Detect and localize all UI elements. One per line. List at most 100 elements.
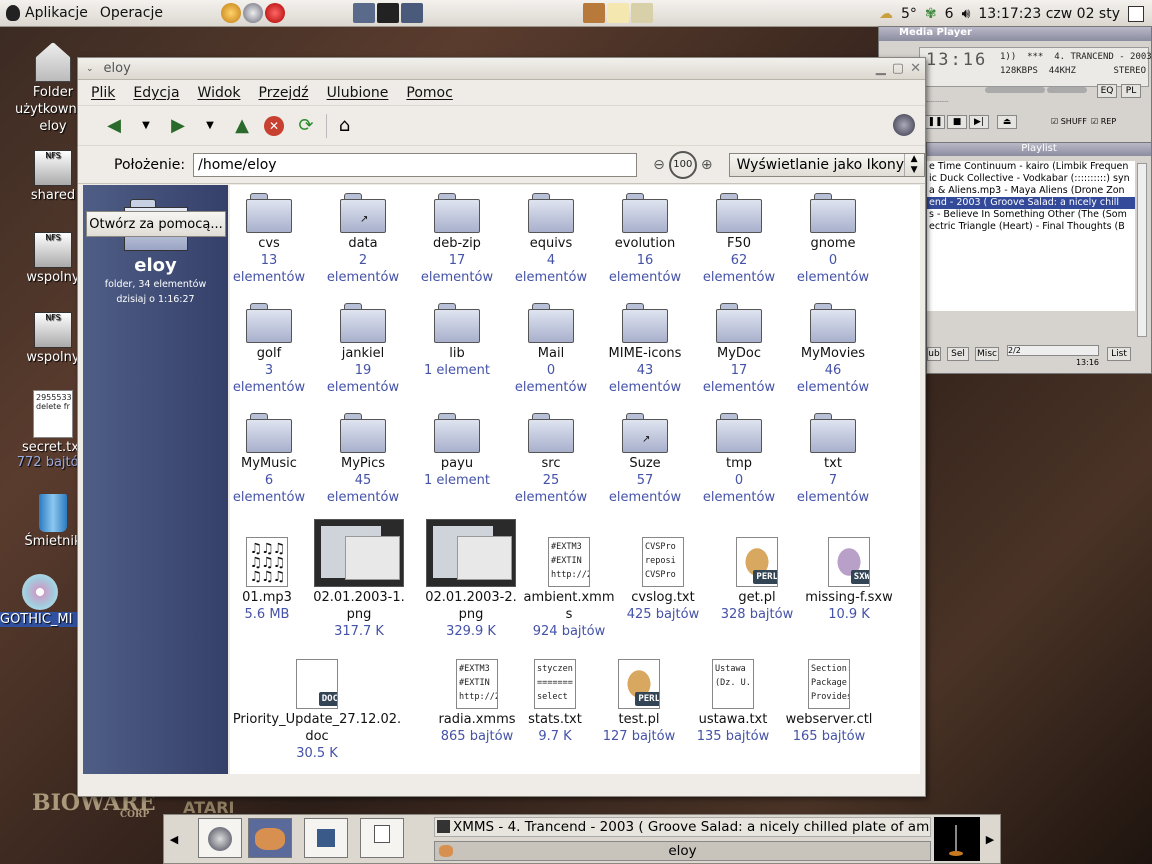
forward-icon[interactable]: ▶ bbox=[166, 114, 190, 138]
folder-item[interactable]: lib 1 element bbox=[410, 303, 504, 379]
eject-button[interactable]: ⏏ bbox=[997, 115, 1017, 129]
maximize-icon[interactable]: ▢ bbox=[892, 61, 904, 76]
notes-launcher-icon[interactable] bbox=[607, 3, 629, 23]
next-button[interactable]: ▶| bbox=[969, 115, 989, 129]
file-item[interactable]: 02.01.2003-1.png 317.7 K bbox=[312, 519, 406, 640]
gnome-launcher-icon[interactable] bbox=[243, 3, 263, 23]
file-item[interactable]: PERL test.pl 127 bajtów bbox=[592, 659, 686, 745]
playlist-window[interactable]: Playlist e Time Continuum - kairo (Limbi… bbox=[926, 142, 1152, 374]
workspace-3[interactable] bbox=[304, 818, 348, 858]
playlist-item[interactable]: e Time Continuum - kairo (Limbik Frequen bbox=[927, 161, 1135, 173]
shuffle-toggle[interactable]: ☑ SHUFF bbox=[1051, 117, 1087, 126]
location-input[interactable] bbox=[193, 152, 638, 177]
applications-menu[interactable]: Aplikacje bbox=[0, 5, 94, 21]
folder-item[interactable]: src 25 elementów bbox=[504, 413, 598, 506]
file-item[interactable]: #EXTM3 #EXTIN http://20ambient.xmms 924 b… bbox=[522, 537, 616, 640]
folder-item[interactable]: MyDoc 17 elementów bbox=[692, 303, 786, 396]
folder-item[interactable]: cvs 13 elementów bbox=[230, 193, 316, 286]
folder-item[interactable]: deb-zip 17 elementów bbox=[410, 193, 504, 286]
forward-history-chevron-icon[interactable]: ▼ bbox=[198, 114, 222, 138]
volume-slider[interactable] bbox=[985, 87, 1045, 93]
folder-item[interactable]: golf 3 elementów bbox=[230, 303, 316, 396]
file-item[interactable]: styczen ======= select c stats.txt 9.7 K bbox=[508, 659, 602, 745]
playlist-item[interactable]: s - Believe In Something Other (The (Som bbox=[927, 209, 1135, 221]
file-item[interactable]: Section: Package Provides webserver.ctl 16… bbox=[782, 659, 876, 745]
folder-item[interactable]: F50 62 elementów bbox=[692, 193, 786, 286]
folder-item[interactable]: txt 7 elementów bbox=[786, 413, 880, 506]
computer-launcher-icon[interactable] bbox=[353, 3, 375, 23]
folder-item[interactable]: Mail 0 elementów bbox=[504, 303, 598, 396]
up-icon[interactable]: ▲ bbox=[230, 114, 254, 138]
zoom-level[interactable]: 100 bbox=[668, 150, 697, 179]
workspace-4[interactable] bbox=[360, 818, 404, 858]
terminal-launcher-icon[interactable] bbox=[377, 3, 399, 23]
zoom-in-icon[interactable]: ⊕ bbox=[701, 157, 713, 173]
zoom-out-icon[interactable]: ⊖ bbox=[653, 157, 665, 173]
playlist-toggle-button[interactable]: PL bbox=[1121, 84, 1141, 98]
file-item[interactable]: CVSPro reposi CVSPro cvslog.txt 425 bajtów bbox=[616, 537, 710, 623]
folder-item[interactable]: payu 1 element bbox=[410, 413, 504, 489]
playlist-item[interactable]: ectric Triangle (Heart) - Final Thoughts… bbox=[927, 221, 1135, 233]
mozilla-launcher-icon[interactable] bbox=[221, 3, 241, 23]
panel-hide-right-icon[interactable]: ▶ bbox=[980, 815, 1000, 863]
file-item[interactable]: ♫♫♫ ♫♫♫ ♫♫♫ 01.mp3 5.6 MB bbox=[230, 537, 314, 623]
back-icon[interactable]: ◀ bbox=[102, 114, 126, 138]
minimize-icon[interactable]: ▁ bbox=[876, 61, 886, 76]
file-item[interactable]: PERL get.pl 328 bajtów bbox=[710, 537, 804, 623]
balance-slider[interactable] bbox=[1047, 87, 1087, 93]
folder-item[interactable]: MyPics 45 elementów bbox=[316, 413, 410, 506]
task-xmms[interactable]: XMMS - 4. Trancend - 2003 ( Groove Salad… bbox=[434, 817, 931, 837]
folder-item[interactable]: evolution 16 elementów bbox=[598, 193, 692, 286]
folder-item[interactable]: MyMovies 46 elementów bbox=[786, 303, 880, 396]
menu-go[interactable]: Przejdź bbox=[250, 85, 318, 101]
folder-item[interactable]: MIME-icons 43 elementów bbox=[598, 303, 692, 396]
playlist-scrollbar[interactable] bbox=[1137, 163, 1147, 337]
misc-button[interactable]: Misc bbox=[975, 347, 999, 361]
desktop-cdrom[interactable]: GOTHIC_MI bbox=[0, 574, 80, 627]
back-history-chevron-icon[interactable]: ▼ bbox=[134, 114, 158, 138]
workspace-1[interactable] bbox=[198, 818, 242, 858]
media-player-titlebar[interactable]: Media Player bbox=[879, 27, 1151, 41]
dictionary-launcher-icon[interactable] bbox=[631, 3, 653, 23]
playlist-titlebar[interactable]: Playlist bbox=[927, 143, 1151, 156]
folder-item[interactable]: gnome 0 elementów bbox=[786, 193, 880, 286]
folder-item[interactable]: MyMusic 6 elementów bbox=[230, 413, 316, 506]
tray-window-icon[interactable] bbox=[1128, 5, 1144, 22]
playlist-item[interactable]: a & Aliens.mp3 - Maya Aliens (Drone Zon bbox=[927, 185, 1135, 197]
folder-item[interactable]: ↗ data 2 elementów bbox=[316, 193, 410, 286]
eq-button[interactable]: EQ bbox=[1097, 84, 1117, 98]
view-mode-select[interactable]: Wyświetlanie jako Ikony ▲ ▼ bbox=[728, 152, 925, 177]
volume-icon[interactable]: 🔊︎ bbox=[962, 6, 971, 22]
pause-button[interactable]: ❚❚ bbox=[925, 115, 945, 129]
window-menu-icon[interactable]: ⌄ bbox=[86, 64, 94, 74]
task-eloy[interactable]: eloy bbox=[434, 841, 931, 861]
files-launcher-icon[interactable] bbox=[583, 3, 605, 23]
playlist-list[interactable]: e Time Continuum - kairo (Limbik Frequen… bbox=[927, 161, 1135, 311]
stop-button[interactable]: ■ bbox=[947, 115, 967, 129]
seek-bar[interactable]: ------------- bbox=[925, 99, 985, 109]
menu-view[interactable]: Widok bbox=[189, 85, 250, 101]
close-icon[interactable]: ✕ bbox=[910, 61, 921, 76]
playlist-item-selected[interactable]: end - 2003 ( Groove Salad: a nicely chil… bbox=[927, 197, 1135, 209]
opera-launcher-icon[interactable] bbox=[265, 3, 285, 23]
menu-bookmarks[interactable]: Ulubione bbox=[318, 85, 398, 101]
menu-help[interactable]: Pomoc bbox=[397, 85, 461, 101]
file-item[interactable]: Ustawa (Dz. U. ustawa.txt 135 bajtów bbox=[686, 659, 780, 745]
folder-item[interactable]: jankiel 19 elementów bbox=[316, 303, 410, 396]
file-item[interactable]: 02.01.2003-2.png 329.9 K bbox=[424, 519, 518, 640]
folder-item[interactable]: equivs 4 elementów bbox=[504, 193, 598, 286]
file-item[interactable]: SXW missing-f.sxw 10.9 K bbox=[802, 537, 896, 623]
menu-edit[interactable]: Edycja bbox=[124, 85, 188, 101]
stop-icon[interactable]: ✕ bbox=[262, 114, 286, 138]
reload-icon[interactable]: ⟳ bbox=[294, 114, 318, 138]
home-icon[interactable]: ⌂ bbox=[326, 113, 356, 138]
file-item[interactable]: DOC Priority_Update_27.12.02.doc 30.5 K bbox=[232, 659, 402, 762]
workspace-2[interactable] bbox=[248, 818, 292, 858]
panel-hide-left-icon[interactable]: ◀ bbox=[164, 815, 184, 863]
sel-button[interactable]: Sel bbox=[947, 347, 969, 361]
lamp-applet-icon[interactable] bbox=[934, 817, 980, 861]
menu-file[interactable]: Plik bbox=[82, 85, 124, 101]
icon-view[interactable]: cvs 13 elementów ↗ data 2 elementów deb-zip 17 el… bbox=[230, 185, 920, 774]
open-with-button[interactable]: Otwórz za pomocą... bbox=[86, 211, 226, 237]
file-manager-window[interactable]: ⌄ eloy ▁ ▢ ✕ Plik Edycja Widok Przejdź U… bbox=[77, 57, 926, 797]
